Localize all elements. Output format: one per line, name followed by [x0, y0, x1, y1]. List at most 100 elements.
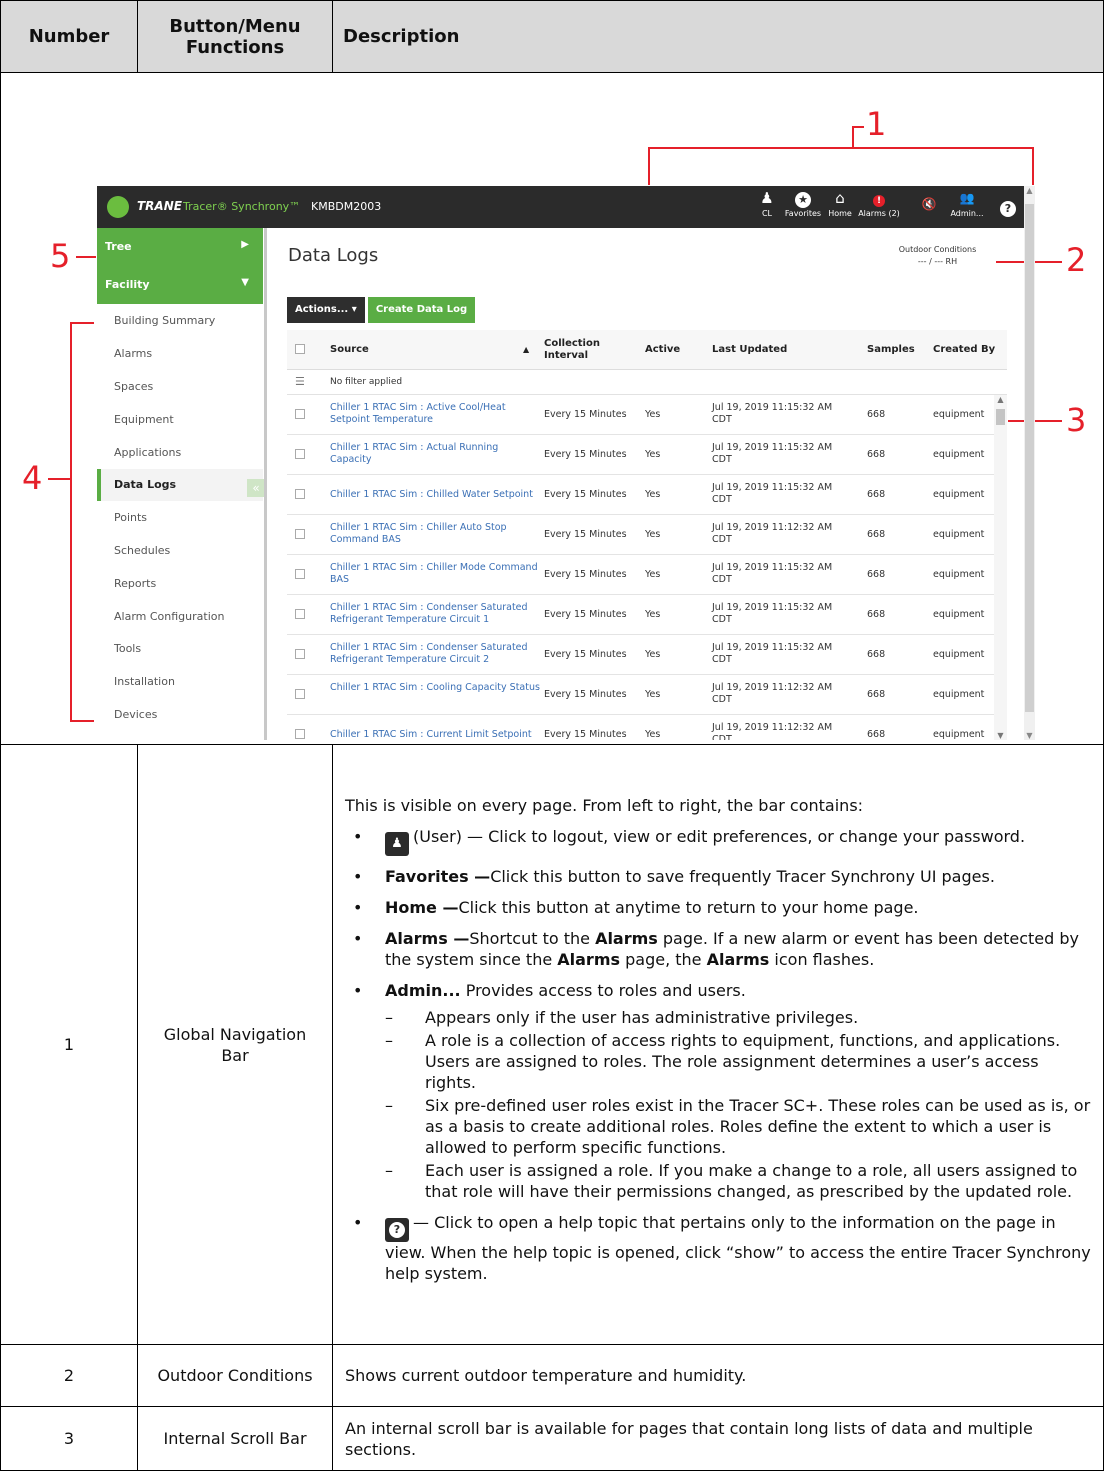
page-scrollbar[interactable]: ▲ ▼: [1024, 186, 1035, 740]
row-source[interactable]: Chiller 1 RTAC Sim : Active Cool/Heat Se…: [330, 402, 540, 426]
row-checkbox[interactable]: [295, 689, 305, 699]
scroll-down-icon[interactable]: ▼: [1025, 731, 1034, 740]
sidebar-item-building-summary[interactable]: Building Summary: [114, 314, 215, 327]
row-source[interactable]: Chiller 1 RTAC Sim : Condenser Saturated…: [330, 602, 540, 626]
row-created: equipment: [933, 489, 985, 500]
bullet-user: ♟(User) — Click to logout, view or edit …: [345, 826, 1091, 856]
admin-button[interactable]: 👥 Admin...: [949, 189, 985, 227]
create-data-log-button[interactable]: Create Data Log: [368, 297, 475, 323]
row-checkbox[interactable]: [295, 489, 305, 499]
table-row[interactable]: Chiller 1 RTAC Sim : Chiller Auto Stop C…: [287, 515, 994, 555]
row-checkbox[interactable]: [295, 449, 305, 459]
row-source[interactable]: Chiller 1 RTAC Sim : Chiller Auto Stop C…: [330, 522, 540, 546]
home-bold: Home —: [385, 898, 459, 917]
sidebar-tree[interactable]: Tree ▶: [97, 228, 263, 266]
sidebar-item-tools[interactable]: Tools: [114, 642, 141, 655]
tree-label: Tree: [105, 240, 132, 253]
row-source[interactable]: Chiller 1 RTAC Sim : Condenser Saturated…: [330, 642, 540, 666]
table-row[interactable]: Chiller 1 RTAC Sim : Actual Running Capa…: [287, 435, 994, 475]
data-logs-grid: Source ▲ Collection Interval Active Last…: [287, 330, 1007, 740]
help-button[interactable]: ?: [997, 189, 1019, 227]
table-row[interactable]: Chiller 1 RTAC Sim : Condenser Saturated…: [287, 595, 994, 635]
outdoor-value: --- / --- RH: [917, 257, 958, 266]
col-last-updated[interactable]: Last Updated: [712, 344, 787, 356]
star-icon: ★: [795, 192, 811, 208]
home-text: Click this button at anytime to return t…: [458, 898, 919, 917]
row-checkbox[interactable]: [295, 409, 305, 419]
scroll-up-icon[interactable]: ▲: [1025, 186, 1034, 195]
table-row[interactable]: Chiller 1 RTAC Sim : Current Limit Setpo…: [287, 715, 994, 740]
favorites-text: Click this button to save frequently Tra…: [490, 867, 995, 886]
scroll-down-icon[interactable]: ▼: [994, 731, 1007, 740]
col-active[interactable]: Active: [645, 344, 680, 356]
row-updated: Jul 19, 2019 11:15:32 AM CDT: [712, 402, 833, 425]
row-source[interactable]: Chiller 1 RTAC Sim : Chilled Water Setpo…: [330, 489, 540, 501]
col-created-by[interactable]: Created By: [933, 344, 995, 356]
callout-2: 2: [1066, 241, 1087, 279]
scroll-thumb[interactable]: [1025, 204, 1034, 712]
row-updated: Jul 19, 2019 11:15:32 AM CDT: [712, 602, 833, 625]
row-checkbox[interactable]: [295, 649, 305, 659]
sidebar-item-installation[interactable]: Installation: [114, 675, 175, 688]
sidebar-item-alarm-configuration[interactable]: Alarm Configuration: [114, 610, 224, 623]
row-checkbox[interactable]: [295, 529, 305, 539]
table-row[interactable]: Chiller 1 RTAC Sim : Cooling Capacity St…: [287, 675, 994, 715]
sidebar-item-devices[interactable]: Devices: [114, 708, 157, 721]
row-samples: 668: [867, 649, 886, 660]
home-button[interactable]: ⌂ Home: [825, 189, 855, 227]
table-row[interactable]: Chiller 1 RTAC Sim : Chiller Mode Comman…: [287, 555, 994, 595]
col-samples[interactable]: Samples: [867, 344, 915, 356]
alarms-text-3: page, the: [620, 950, 707, 969]
row-created: equipment: [933, 529, 985, 540]
scroll-up-icon[interactable]: ▲: [994, 395, 1007, 404]
collapse-sidebar-icon[interactable]: «: [247, 479, 265, 497]
row-source[interactable]: Chiller 1 RTAC Sim : Actual Running Capa…: [330, 442, 540, 466]
sidebar-item-alarms[interactable]: Alarms: [114, 347, 152, 360]
table-row: 2 Outdoor Conditions Shows current outdo…: [0, 1344, 1104, 1407]
row-checkbox[interactable]: [295, 729, 305, 739]
row-source[interactable]: Chiller 1 RTAC Sim : Chiller Mode Comman…: [330, 562, 540, 586]
trane-logo-icon: [107, 196, 129, 218]
row-source[interactable]: Chiller 1 RTAC Sim : Cooling Capacity St…: [330, 682, 540, 694]
table-row[interactable]: Chiller 1 RTAC Sim : Condenser Saturated…: [287, 635, 994, 675]
sidebar-item-equipment[interactable]: Equipment: [114, 413, 174, 426]
col-source[interactable]: Source: [330, 344, 369, 356]
sidebar-item-data-logs[interactable]: Data Logs «: [97, 469, 265, 501]
row-source[interactable]: Chiller 1 RTAC Sim : Current Limit Setpo…: [330, 729, 540, 740]
select-all-checkbox[interactable]: [295, 344, 305, 354]
bullet-favorites: Favorites —Click this button to save fre…: [345, 866, 1091, 887]
sidebar-item-schedules[interactable]: Schedules: [114, 544, 170, 557]
user-icon: ♟: [385, 832, 409, 856]
actions-button[interactable]: Actions... ▾: [287, 297, 365, 323]
sidebar-facility[interactable]: Facility ▼: [97, 266, 263, 304]
row-created: equipment: [933, 649, 985, 660]
home-icon: ⌂: [835, 189, 845, 207]
alarms-button[interactable]: ! Alarms (2): [855, 189, 903, 227]
sidebar-item-spaces[interactable]: Spaces: [114, 380, 153, 393]
row-checkbox[interactable]: [295, 569, 305, 579]
internal-scrollbar[interactable]: ▲ ▼: [994, 395, 1007, 740]
mute-button[interactable]: 🔇: [915, 189, 943, 227]
sidebar-item-reports[interactable]: Reports: [114, 577, 156, 590]
table-row[interactable]: Chiller 1 RTAC Sim : Chilled Water Setpo…: [287, 475, 994, 515]
row-samples: 668: [867, 609, 886, 620]
row-updated: Jul 19, 2019 11:15:32 AM CDT: [712, 482, 833, 505]
row-updated: Jul 19, 2019 11:15:32 AM CDT: [712, 642, 833, 665]
sidebar-item-points[interactable]: Points: [114, 511, 147, 524]
mute-icon: 🔇: [921, 197, 937, 211]
user-button[interactable]: ♟ CL: [752, 189, 782, 227]
row-function: Internal Scroll Bar: [137, 1406, 333, 1471]
filter-icon[interactable]: ☰: [295, 375, 305, 388]
table-row[interactable]: Chiller 1 RTAC Sim : Active Cool/Heat Se…: [287, 395, 994, 435]
row-interval: Every 15 Minutes: [544, 729, 627, 740]
row-checkbox[interactable]: [295, 609, 305, 619]
scroll-thumb[interactable]: [996, 409, 1005, 425]
favorites-button[interactable]: ★ Favorites: [781, 189, 825, 227]
sort-asc-icon[interactable]: ▲: [523, 344, 529, 356]
row-updated: Jul 19, 2019 11:15:32 AM CDT: [712, 442, 833, 465]
col-interval[interactable]: Collection Interval: [544, 338, 624, 362]
sidebar-divider[interactable]: [264, 228, 267, 740]
chevron-right-icon: ▶: [241, 239, 249, 250]
sidebar-item-applications[interactable]: Applications: [114, 446, 181, 459]
row-interval: Every 15 Minutes: [544, 409, 627, 420]
